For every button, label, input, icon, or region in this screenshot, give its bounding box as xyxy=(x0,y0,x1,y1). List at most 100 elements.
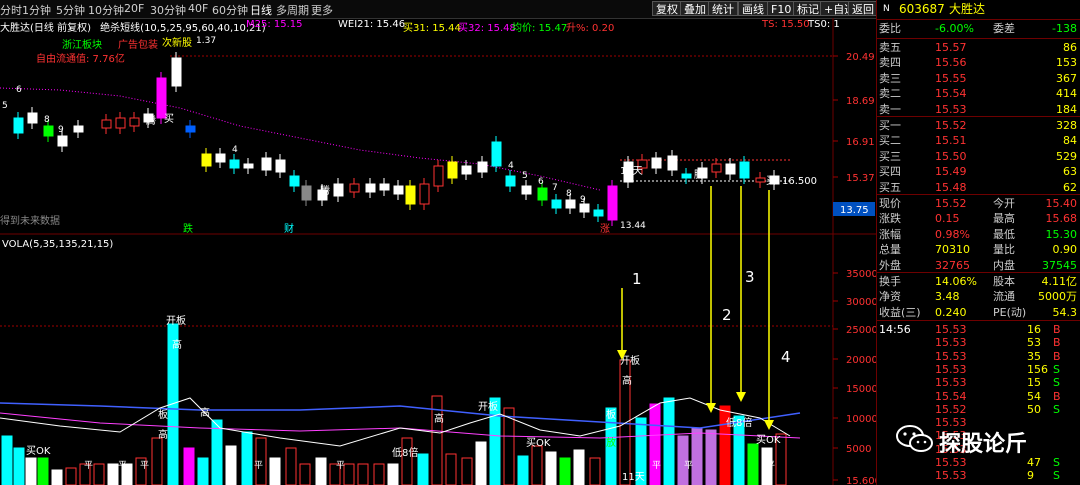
volume-bar xyxy=(211,419,223,485)
volume-bar xyxy=(241,431,253,485)
candle xyxy=(115,117,126,129)
candle xyxy=(681,173,692,179)
period-tab-1min[interactable]: 1分钟 xyxy=(22,2,51,18)
period-tab-more[interactable]: 更多 xyxy=(311,2,333,18)
chart-area[interactable]: 大胜达(日线 前复权) 绝杀短线(10,5,25,95,60,40,10,21)… xyxy=(0,18,876,485)
annotation-arrow-head xyxy=(736,392,746,402)
tag-low-multiple: 低8倍 xyxy=(392,446,418,459)
stat-row: 现价 15.52 今开 15.40 xyxy=(877,196,1080,212)
candle xyxy=(755,177,766,183)
candle xyxy=(419,183,430,205)
volume-bar xyxy=(285,447,297,485)
count-label: 4 xyxy=(508,161,514,171)
period-tab-30min[interactable]: 30分钟 xyxy=(150,2,186,18)
period-tab-60min[interactable]: 60分钟 xyxy=(212,2,248,18)
count-label: 7 xyxy=(552,183,558,193)
tick-price: 15.53 xyxy=(935,469,967,483)
ask-volume: 367 xyxy=(1056,71,1077,85)
price-axis-label: 18.69 xyxy=(846,96,875,107)
tag-zhang: 涨 xyxy=(600,223,610,235)
volume-bar xyxy=(269,457,281,485)
candle xyxy=(579,203,590,213)
stats-button[interactable]: 统计 xyxy=(708,1,738,16)
period-tab-40f[interactable]: 40F xyxy=(188,2,208,15)
count-label: 9 xyxy=(580,195,586,205)
bid-price: 15.49 xyxy=(935,165,967,179)
bid-row: 买三 15.50 529 xyxy=(877,149,1080,165)
mark-button[interactable]: 标记 xyxy=(793,1,823,16)
candle xyxy=(491,141,502,167)
tick-direction: S xyxy=(1053,469,1060,483)
period-tab-10min[interactable]: 10分钟 xyxy=(88,2,124,18)
tag-ping: 平 xyxy=(684,460,693,471)
stat-value: 0.90 xyxy=(1052,243,1078,257)
stat-value: 37545 xyxy=(1042,258,1077,272)
candle xyxy=(651,157,662,169)
ask-volume: 153 xyxy=(1056,56,1077,70)
tag-lun: 板 xyxy=(606,408,616,421)
bid-label: 买一 xyxy=(879,119,901,132)
quote-panel: N 603687 大胜达 委比 -6.00% 委差 -138 卖五 15.57 86… xyxy=(876,0,1080,485)
tag-sector: 浙江板块 xyxy=(62,38,102,51)
period-tab-20f[interactable]: 20F xyxy=(124,2,144,15)
volume-bar xyxy=(559,457,571,485)
stat-row: 外盘 32765 内盘 37545 xyxy=(877,258,1080,274)
candle xyxy=(405,185,416,205)
tag-buy-ok: 买OK xyxy=(756,434,781,446)
candle xyxy=(607,185,618,221)
period-tab-daily[interactable]: 日线 xyxy=(250,2,272,18)
count-label: 7 xyxy=(30,115,36,125)
stat-value: 4.11亿 xyxy=(1041,275,1078,288)
period-tab-5min[interactable]: 5分钟 xyxy=(56,2,85,18)
period-tab-fenshi[interactable]: 分时 xyxy=(0,2,22,18)
tag-ping: 平 xyxy=(84,460,93,471)
n-badge: N xyxy=(883,4,890,14)
volume-bar xyxy=(343,463,355,485)
stat-row: 总量 70310 量比 0.90 xyxy=(877,242,1080,258)
fuquan-button[interactable]: 复权 xyxy=(652,1,682,16)
f10-button[interactable]: F10 xyxy=(767,1,796,16)
bid-price: 15.51 xyxy=(935,134,967,148)
stock-code: 603687 xyxy=(899,2,945,16)
volume-bar xyxy=(573,449,585,485)
stat-row: 涨跌 0.15 最高 15.68 xyxy=(877,211,1080,227)
tag-ping: 平 xyxy=(766,460,775,471)
volume-bar xyxy=(299,463,311,485)
draw-line-button[interactable]: 画线 xyxy=(738,1,768,16)
tag-11-days-bottom: 11天 xyxy=(622,472,645,483)
bid-row: 买一 15.52 328 xyxy=(877,118,1080,134)
candle xyxy=(433,165,444,187)
tag-gao: 高 xyxy=(622,374,632,387)
bid-label: 买三 xyxy=(879,149,901,163)
stat-row: 换手 14.06% 股本 4.11亿 xyxy=(877,274,1080,290)
period-tab-multi[interactable]: 多周期 xyxy=(276,2,309,18)
tag-zhui: 腾 xyxy=(146,114,156,127)
overlay-button[interactable]: 叠加 xyxy=(680,1,710,16)
ask-price: 15.55 xyxy=(935,71,967,85)
candle xyxy=(185,125,196,133)
stat-value: 14.06% xyxy=(935,275,977,288)
candle xyxy=(711,163,722,173)
volume-bar xyxy=(315,457,327,485)
stat-value: 5000万 xyxy=(1038,290,1077,304)
back-button[interactable]: 返回 xyxy=(848,1,878,16)
volume-bar xyxy=(747,443,759,485)
vol-axis-label: 5000 xyxy=(846,444,871,455)
candle xyxy=(261,157,272,171)
volume-bar xyxy=(51,469,63,485)
candle xyxy=(156,77,167,119)
tag-ping: 平 xyxy=(254,460,263,471)
candle xyxy=(43,125,54,137)
volume-bar xyxy=(387,463,399,485)
bid-label: 买四 xyxy=(879,165,901,179)
volume-bar xyxy=(197,457,209,485)
stat-label: 最高 xyxy=(993,212,1015,226)
candle xyxy=(521,185,532,195)
stat-label: PE(动) xyxy=(993,305,1027,319)
stat-value: 0.15 xyxy=(935,212,960,226)
tag-price-high: 1.37 xyxy=(196,36,216,46)
vol-axis-label: 20000 xyxy=(846,355,876,366)
stat-label: 换手 xyxy=(879,275,901,288)
volume-bar xyxy=(705,429,717,485)
ask-price: 15.57 xyxy=(935,41,967,54)
